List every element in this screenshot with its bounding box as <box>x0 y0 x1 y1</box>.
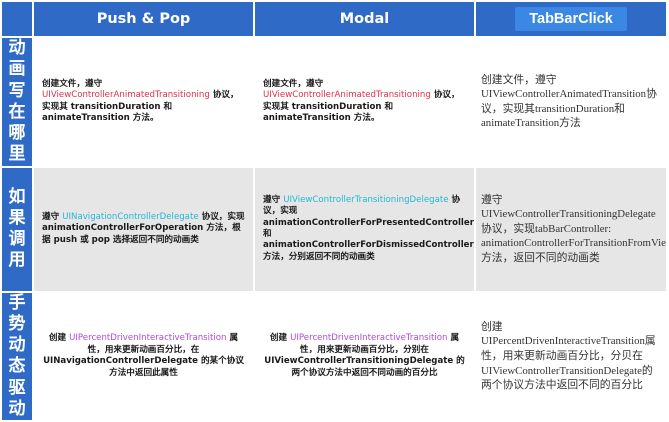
class-name: UIPercentDrivenInteractiveTransition <box>69 333 227 344</box>
corner-cell <box>0 0 34 38</box>
modal-cell: 遵守 UIViewControllerTransitioningDelegate… <box>253 165 476 293</box>
table-row: 如果调用 遵守 UINavigationControllerDelegate 协… <box>0 165 668 293</box>
modal-cell: 创建 UIPercentDrivenInteractiveTransition … <box>253 290 476 422</box>
table-row: 动画写在哪里 创建文件，遵守 UIViewControllerAnimatedTr… <box>0 36 668 168</box>
header-modal: Modal <box>253 0 476 38</box>
push-pop-cell: 创建 UIPercentDrivenInteractiveTransition … <box>32 290 255 422</box>
tabbarclick-label: TabBarClick <box>515 7 627 31</box>
row-label: 动画写在哪里 <box>0 36 34 168</box>
tabbarclick-cell: 创建文件，遵守UIViewControllerAnimatedTransitio… <box>474 36 668 168</box>
row-label: 如果调用 <box>0 165 34 293</box>
push-pop-cell: 遵守 UINavigationControllerDelegate 协议，实现 … <box>32 165 255 293</box>
header-tabbarclick: TabBarClick <box>474 0 668 38</box>
class-name: UIPercentDrivenInteractiveTransition <box>290 333 448 344</box>
header-row: Push & Pop Modal TabBarClick <box>0 0 668 38</box>
protocol-name: UINavigationControllerDelegate <box>62 211 199 222</box>
table-row: 手势动态驱动 创建 UIPercentDrivenInteractiveTran… <box>0 290 668 422</box>
tabbarclick-cell: 遵守UIViewControllerTransitioningDelegate协… <box>474 165 668 293</box>
protocol-name: UIViewControllerAnimatedTransitioning <box>263 90 431 101</box>
header-push-pop: Push & Pop <box>32 0 255 38</box>
protocol-name: UIViewControllerAnimatedTransitioning <box>42 90 210 101</box>
push-pop-cell: 创建文件，遵守 UIViewControllerAnimatedTransitio… <box>32 36 255 168</box>
protocol-name: UIViewControllerTransitioningDelegate <box>283 194 449 205</box>
row-label: 手势动态驱动 <box>0 290 34 422</box>
comparison-table: Push & Pop Modal TabBarClick 动画写在哪里 创建文件… <box>0 0 668 422</box>
tabbarclick-cell: 创建UIPercentDrivenInteractiveTransition属性… <box>474 290 668 422</box>
modal-cell: 创建文件，遵守 UIViewControllerAnimatedTransitio… <box>253 36 476 168</box>
